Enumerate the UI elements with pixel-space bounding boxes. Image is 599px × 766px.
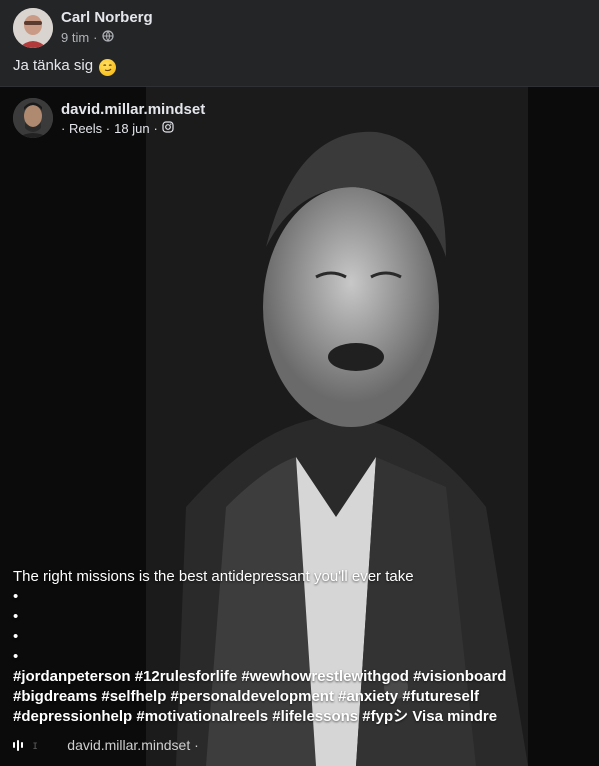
sharer-name[interactable]: Carl Norberg (61, 9, 153, 26)
reel-author-name[interactable]: david.millar.mindset (61, 101, 205, 118)
caption-bullet: • (13, 648, 19, 665)
reel-meta-prefix[interactable]: · Reels · (61, 121, 110, 136)
reel-meta-suffix: · (153, 121, 158, 136)
reel-audio-bar: ɪ david.millar.mindset · (13, 737, 199, 753)
hashtags-line-3[interactable]: #depressionhelp #motivationalreels #life… (13, 708, 408, 725)
see-less-link[interactable]: Visa mindre (412, 708, 497, 725)
hashtags-line-1[interactable]: #jordanpeterson #12rulesforlife #wewhowr… (13, 667, 543, 687)
reel-container[interactable]: david.millar.mindset · Reels · 18 jun · … (0, 87, 599, 766)
reel-caption: The right missions is the best antidepre… (13, 567, 543, 727)
meta-separator: · (93, 30, 98, 45)
caption-bullet: • (13, 628, 19, 645)
globe-icon (101, 30, 114, 45)
post-text: Ja tänka sig (13, 57, 117, 76)
caption-bullet: • (13, 608, 19, 625)
reel-date[interactable]: 18 jun (114, 121, 149, 136)
post-text-content: Ja tänka sig (13, 57, 94, 74)
sharer-meta: 9 tim · (61, 30, 114, 45)
reel-meta: · Reels · 18 jun · (61, 121, 174, 136)
reel-author-avatar[interactable] (13, 98, 53, 138)
audio-scroll-fade-icon: ɪ (33, 738, 38, 752)
smirk-emoji-icon (99, 59, 117, 76)
hashtags-line-2[interactable]: #bigdreams #selfhelp #personaldevelopmen… (13, 687, 543, 707)
caption-line: The right missions is the best antidepre… (13, 568, 414, 585)
hashtags-line-3-wrap: #depressionhelp #motivationalreels #life… (13, 707, 543, 727)
caption-bullet: • (13, 588, 19, 605)
instagram-icon (162, 121, 174, 136)
audio-author[interactable]: david.millar.mindset · (67, 737, 199, 753)
shared-post-header: Carl Norberg 9 tim · Ja tänka sig (0, 0, 599, 87)
post-time[interactable]: 9 tim (61, 30, 89, 45)
audio-waveform-icon[interactable] (13, 739, 23, 751)
sharer-avatar[interactable] (13, 8, 53, 48)
